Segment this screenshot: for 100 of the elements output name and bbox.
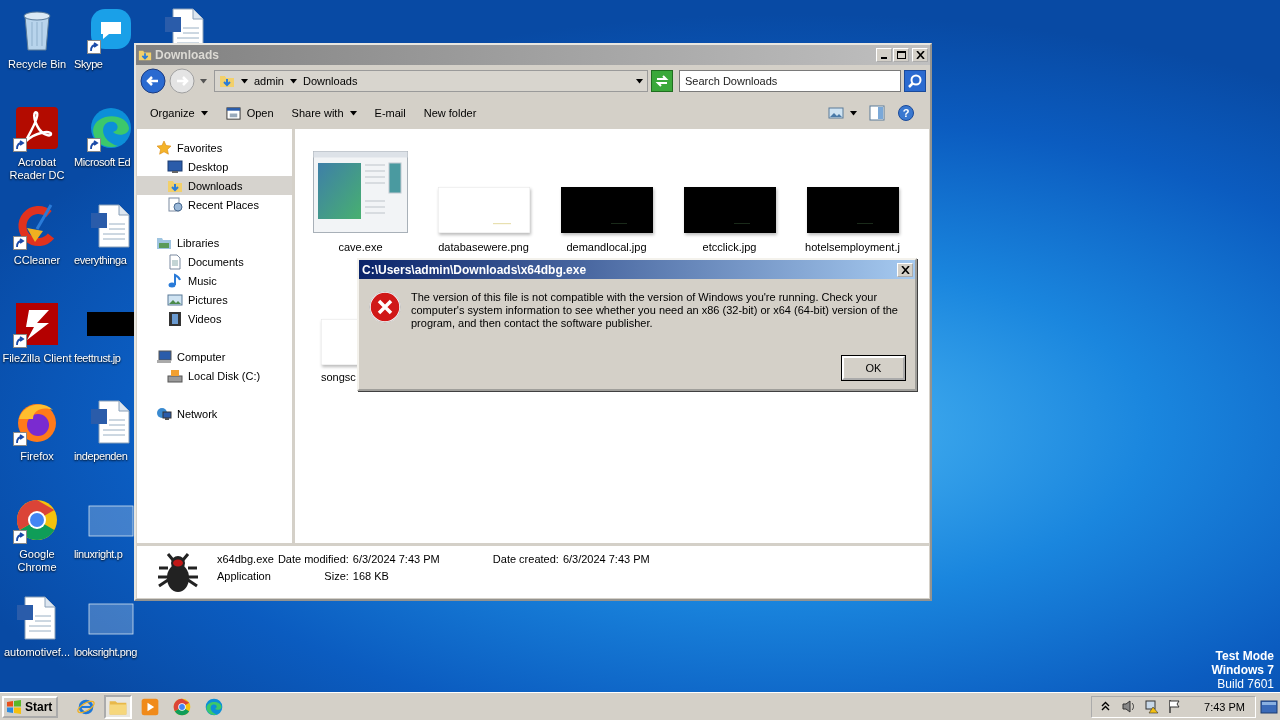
desktop-icon-label[interactable]: automotivef...: [3, 646, 70, 659]
field-label: Date modified:: [277, 553, 349, 565]
breadcrumb-item[interactable]: admin: [254, 75, 284, 87]
flag-icon[interactable]: [1167, 699, 1183, 714]
field-label: Date created:: [492, 553, 559, 565]
folder-icon: [219, 73, 235, 89]
bug-icon: [155, 550, 201, 594]
close-button[interactable]: [897, 262, 913, 277]
file-name[interactable]: databasewere.png: [438, 241, 529, 253]
toolbar-menu-button[interactable]: Organize: [142, 103, 216, 123]
nav-item[interactable]: Music: [137, 271, 292, 290]
file-name[interactable]: cave.exe: [338, 241, 383, 253]
error-message: The version of this file is not compatible with the version of Windows you're running. Check your computer's system information to see whether you need an x86 (32-bit) or x64 (64-bit) version of the program, and then contact the software publisher.: [411, 291, 899, 331]
nav-item[interactable]: Downloads: [137, 176, 292, 195]
nav-item[interactable]: Local Disk (C:): [137, 366, 292, 385]
window-title: Downloads: [155, 48, 220, 62]
search-field[interactable]: Search Downloads: [679, 70, 901, 92]
field-value: 6/3/2024 7:43 PM: [352, 553, 441, 565]
caret-icon: [200, 78, 207, 84]
toolbar-button[interactable]: Open: [217, 101, 282, 125]
desktop-icon-label[interactable]: everythinga: [74, 254, 127, 267]
drive-icon: [167, 367, 183, 384]
field-value: 6/3/2024 7:43 PM: [562, 553, 650, 565]
field-value: 168 KB: [352, 570, 390, 582]
nav-item[interactable]: Videos: [137, 309, 292, 328]
file-name[interactable]: songsc: [321, 371, 356, 383]
toolbar-button[interactable]: E-mail: [366, 103, 414, 123]
address-bar[interactable]: admin Downloads: [214, 70, 648, 92]
film-icon: [167, 310, 183, 327]
desktop-icon-label[interactable]: looksright.png: [74, 646, 137, 659]
desktop-icon-label[interactable]: FileZilla Client: [2, 352, 72, 365]
window-icon: [225, 105, 241, 121]
desktop-icon-label[interactable]: independen: [74, 450, 128, 463]
network-icon: [156, 405, 172, 422]
test-mode-text: Build 7601: [1217, 677, 1274, 691]
desktop-icon-label[interactable]: Microsoft Ed: [74, 156, 131, 169]
close-button[interactable]: [912, 48, 928, 62]
caret-icon: [349, 110, 357, 116]
media-player-icon: [140, 696, 161, 717]
desktop-icon-label[interactable]: Acrobat Reader DC: [1, 156, 73, 182]
toolbar-menu-button[interactable]: Share with: [283, 103, 365, 123]
test-mode-text: Windows 7: [1211, 663, 1274, 677]
pdf-app-icon: [13, 104, 61, 152]
folder-icon: [138, 48, 152, 62]
star-icon: [156, 139, 172, 156]
ok-button[interactable]: OK: [842, 356, 905, 380]
desktop-icon-label[interactable]: Google Chrome: [1, 548, 73, 574]
breadcrumb-item[interactable]: Downloads: [302, 75, 358, 87]
desktop-icon-label[interactable]: Recycle Bin: [7, 58, 67, 71]
computer-icon: [156, 348, 172, 365]
help-button[interactable]: ?: [898, 105, 914, 121]
desktop-icon: [1260, 698, 1278, 715]
caret-icon: [850, 110, 857, 116]
toolbar-button[interactable]: New folder: [415, 103, 485, 123]
caret-icon: [241, 78, 248, 84]
picture-icon: [167, 291, 183, 308]
refresh-button[interactable]: [651, 70, 673, 92]
desktop-icon-label[interactable]: linuxright.p: [74, 548, 123, 561]
refresh-icon: [654, 73, 670, 89]
desktop-icon-label[interactable]: Firefox: [20, 450, 54, 463]
desktop-icon-label[interactable]: CCleaner: [13, 254, 61, 267]
nav-item[interactable]: Computer: [137, 347, 292, 366]
picture-icon: [828, 105, 844, 121]
test-mode-text: Test Mode: [1215, 649, 1274, 663]
desktop-icon-label[interactable]: Skype: [74, 58, 103, 71]
speaker-icon[interactable]: [1121, 699, 1137, 714]
start-button[interactable]: Start: [2, 695, 59, 718]
network-icon[interactable]: [1144, 699, 1160, 714]
windows-flag-icon: [6, 698, 22, 715]
clock[interactable]: 7:43 PM: [1204, 700, 1245, 713]
nav-item[interactable]: Pictures: [137, 290, 292, 309]
close-icon: [915, 51, 925, 59]
nav-item[interactable]: Documents: [137, 252, 292, 271]
minimize-button[interactable]: [876, 48, 892, 62]
nav-item[interactable]: Network: [137, 404, 292, 423]
recent-pages-button[interactable]: [198, 78, 209, 84]
desktop-icon-label[interactable]: feettrust.jp: [74, 352, 121, 365]
browser-icon: [172, 696, 193, 717]
nav-item[interactable]: Desktop: [137, 157, 292, 176]
search-icon: [907, 73, 923, 89]
document-icon: [167, 253, 183, 270]
search-button[interactable]: [904, 70, 926, 92]
caret-icon: [289, 78, 297, 84]
browser-icon: [204, 696, 225, 717]
back-button[interactable]: [140, 68, 166, 94]
music-note-icon: [167, 272, 183, 289]
field-label: Size:: [323, 570, 349, 582]
dialog-title: C:\Users\admin\Downloads\x64dbg.exe: [362, 262, 588, 277]
maximize-button[interactable]: [893, 48, 909, 62]
nav-item[interactable]: Recent Places: [137, 195, 292, 214]
recent-places-icon: [167, 196, 183, 213]
file-type: Application: [217, 570, 272, 582]
caret-icon: [200, 110, 208, 116]
file-name[interactable]: demandlocal.jpg: [566, 241, 647, 253]
monitor-icon: [167, 158, 183, 175]
nav-item[interactable]: Favorites: [137, 138, 292, 157]
nav-item[interactable]: Libraries: [137, 233, 292, 252]
file-name[interactable]: hotelsemployment.j: [805, 241, 900, 253]
error-icon: [369, 291, 401, 323]
file-name[interactable]: etcclick.jpg: [702, 241, 757, 253]
